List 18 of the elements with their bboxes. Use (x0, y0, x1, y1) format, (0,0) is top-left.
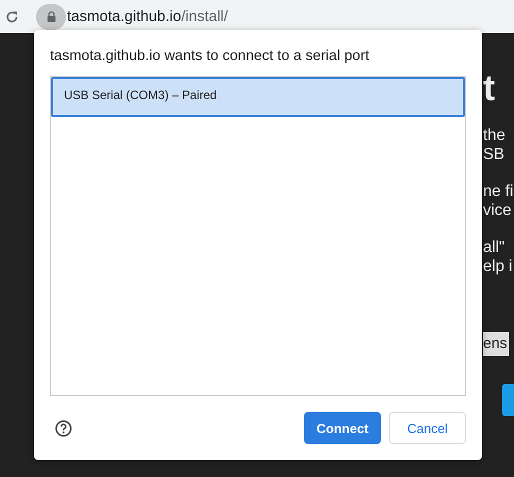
paragraph-text: the (483, 126, 506, 145)
select-field[interactable]: ens (483, 332, 510, 356)
url-path[interactable]: /install/ (181, 8, 228, 25)
paragraph-text: all" (483, 238, 505, 257)
lock-icon (46, 11, 56, 22)
page-heading: t (483, 68, 495, 108)
reload-icon[interactable] (5, 10, 19, 24)
paragraph-text: ne fi (483, 182, 514, 201)
paragraph-text: SB (483, 145, 504, 164)
site-info-button[interactable] (36, 4, 66, 30)
help-icon[interactable] (55, 420, 72, 436)
dialog-title: tasmota.github.io wants to connect to a serial port (50, 48, 370, 66)
connect-button[interactable]: Connect (304, 412, 381, 444)
port-item[interactable]: USB Serial (COM3) – Paired (51, 77, 465, 117)
paragraph-text: elp i (483, 257, 512, 276)
paragraph-text: vice (483, 201, 512, 220)
url-host[interactable]: tasmota.github.io (67, 8, 182, 25)
cancel-button[interactable]: Cancel (389, 412, 466, 444)
